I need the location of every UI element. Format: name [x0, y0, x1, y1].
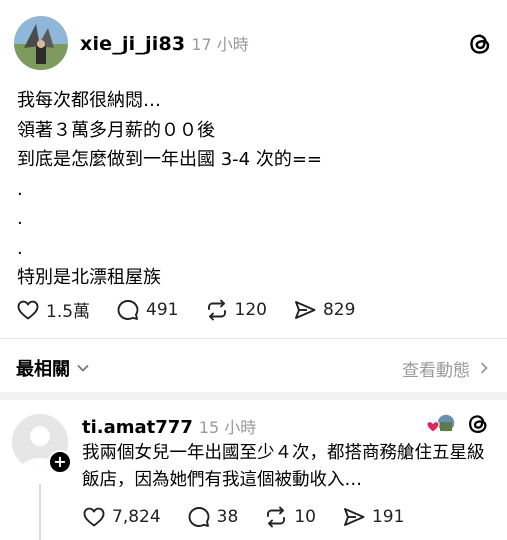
- divider: [0, 338, 507, 339]
- comment-button[interactable]: 38: [187, 505, 239, 529]
- username[interactable]: xie_ji_ji83: [80, 33, 185, 55]
- share-icon: [295, 300, 316, 319]
- repost-icon: [207, 299, 226, 320]
- post-time: 17 小時: [191, 35, 249, 54]
- heart-icon: [426, 421, 440, 433]
- reply-username[interactable]: ti.amat777: [82, 417, 193, 438]
- threads-icon[interactable]: [466, 412, 492, 438]
- repost-button[interactable]: 10: [264, 505, 316, 529]
- comment-icon: [188, 507, 210, 527]
- liked-by-author-badge: [426, 412, 458, 436]
- post-actions: 1.5萬 491 120 829: [16, 297, 381, 322]
- comment-count: 38: [216, 507, 239, 527]
- repost-count: 10: [294, 507, 316, 527]
- sort-dropdown[interactable]: 最相關: [16, 355, 90, 381]
- share-icon: [344, 508, 365, 526]
- reply-time: 15 小時: [198, 418, 257, 437]
- like-count: 1.5萬: [46, 302, 91, 322]
- post-author-row: xie_ji_ji83 17 小時: [80, 31, 249, 55]
- like-button[interactable]: 1.5萬: [16, 297, 90, 322]
- view-activity-link[interactable]: 查看動態: [402, 356, 490, 381]
- post-line: .: [17, 237, 23, 259]
- reply-actions: 7,824 38 10 191: [82, 505, 430, 529]
- avatar[interactable]: [14, 16, 68, 70]
- section-divider: [0, 392, 507, 400]
- share-count: 191: [371, 507, 405, 527]
- post-line: .: [17, 178, 23, 200]
- heart-icon: [83, 507, 105, 527]
- follow-plus-button[interactable]: +: [48, 450, 72, 474]
- share-button[interactable]: 829: [293, 298, 355, 322]
- reply-body: 我兩個女兒一年出國至少４次，都搭商務艙住五星級飯店，因為她們有我這個被動收入…: [82, 443, 485, 490]
- comment-icon: [117, 299, 139, 320]
- like-button[interactable]: 7,824: [82, 505, 161, 529]
- comment-button[interactable]: 491: [116, 298, 179, 322]
- post-line: 領著３萬多月薪的００後: [17, 119, 215, 141]
- repost-button[interactable]: 120: [205, 298, 267, 322]
- post-line: 到底是怎麼做到一年出國 3-4 次的==: [17, 149, 323, 170]
- like-count: 7,824: [112, 507, 161, 527]
- sort-label: 最相關: [16, 359, 70, 380]
- post-line: .: [17, 208, 23, 229]
- thread-line: [39, 484, 41, 540]
- repost-count: 120: [234, 299, 267, 320]
- chevron-right-icon: [481, 362, 488, 374]
- chevron-down-icon: [77, 365, 89, 372]
- post-line: 特別是北漂租屋族: [17, 267, 161, 288]
- sort-row: 最相關 查看動態: [16, 355, 490, 381]
- heart-icon: [17, 300, 39, 319]
- post-body: 我每次都很納悶… 領著３萬多月薪的００後 到底是怎麼做到一年出國 3-4 次的=…: [17, 86, 322, 293]
- plus-icon: +: [53, 452, 67, 471]
- comment-count: 491: [146, 299, 179, 320]
- repost-icon: [267, 506, 286, 528]
- reply-author-row: ti.amat777 15 小時: [82, 414, 256, 438]
- threads-icon[interactable]: [467, 31, 493, 57]
- share-count: 829: [322, 299, 356, 320]
- post-line: 我每次都很納悶…: [17, 90, 161, 111]
- view-activity-label: 查看動態: [402, 360, 470, 381]
- share-button[interactable]: 191: [342, 505, 404, 529]
